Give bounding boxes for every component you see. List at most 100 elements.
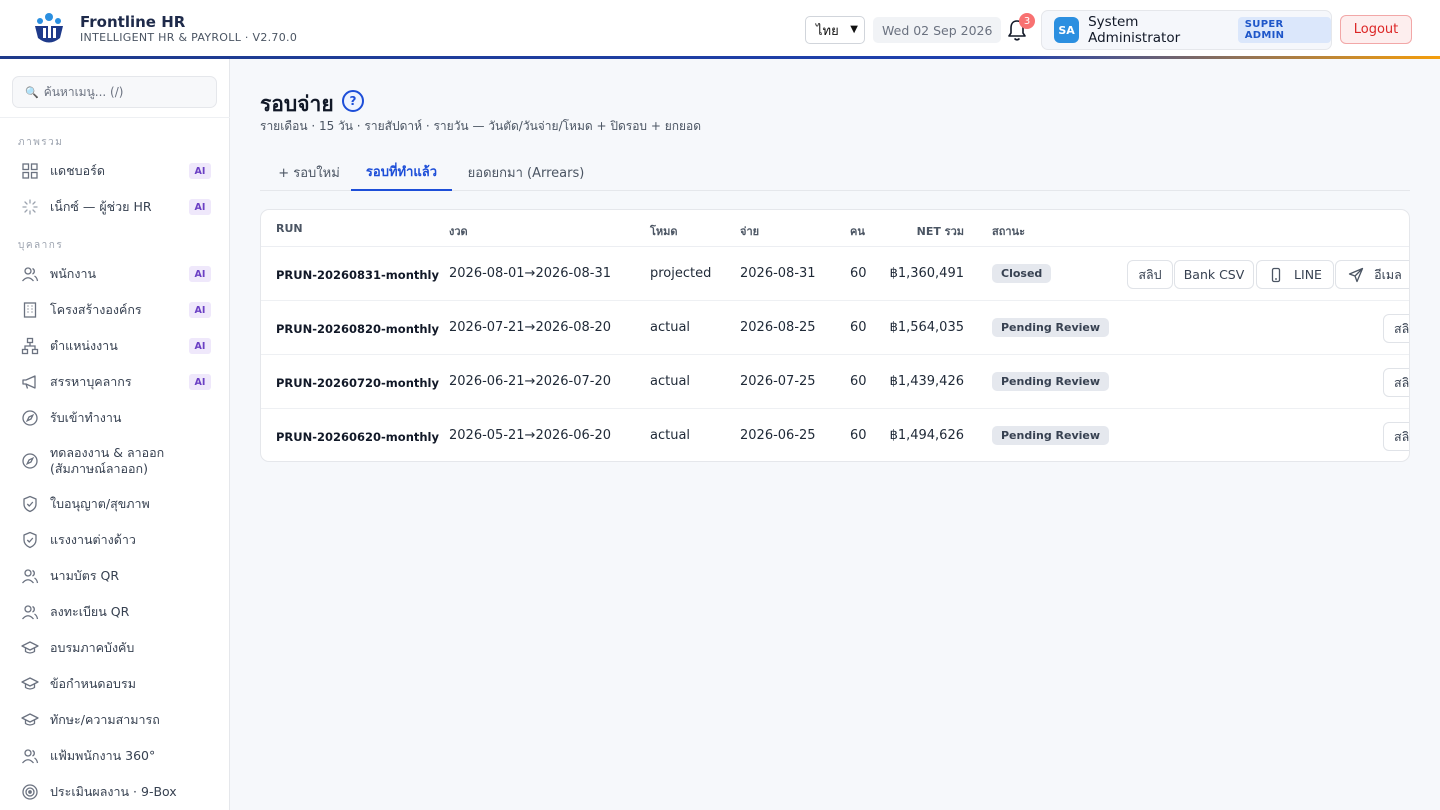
mode: actual (650, 428, 691, 443)
menu-search-placeholder: ค้นหาเมนู... (/) (43, 84, 124, 99)
language-select[interactable]: ไทย ▼ (805, 16, 865, 44)
sidebar-item-training-requirements[interactable]: ข้อกำหนดอบรม (0, 673, 230, 695)
megaphone-icon (22, 375, 36, 389)
users-icon (22, 569, 39, 584)
table-row[interactable]: PRUN-20260620-monthly 2026-05-21→2026-06… (261, 409, 1409, 461)
table-row[interactable]: PRUN-20260720-monthly 2026-06-21→2026-07… (261, 355, 1409, 409)
period: 2026-08-01→2026-08-31 (449, 266, 611, 281)
tab-arrears[interactable]: ยอดยกมา (Arrears) (464, 154, 588, 191)
pay-date: 2026-07-25 (740, 374, 816, 389)
pay-date: 2026-08-25 (740, 320, 816, 335)
email-button-label: อีเมล (1374, 266, 1402, 282)
tab-new-run[interactable]: + รอบใหม่ (266, 154, 352, 191)
net-total: ฿1,564,035 (889, 320, 964, 335)
sidebar-item-employee-360[interactable]: แฟ้มพนักงาน 360° (0, 745, 230, 767)
slip-button[interactable]: สลิ (1383, 422, 1409, 451)
send-icon (1349, 267, 1364, 282)
tab-bar: + รอบใหม่ รอบที่ทำแล้ว ยอดยกมา (Arrears) (260, 154, 1410, 191)
mode: actual (650, 320, 691, 335)
sidebar-item-skills[interactable]: ทักษะ/ความสามารถ (0, 709, 230, 731)
sidebar-item-performance[interactable]: ประเมินผลงาน · 9-Box (0, 781, 230, 803)
slip-button[interactable]: สลิ (1383, 314, 1409, 343)
top-bar: Frontline HR INTELLIGENT HR & PAYROLL · … (0, 0, 1440, 56)
column-header-period: งวด (449, 225, 468, 238)
app-version: INTELLIGENT HR & PAYROLL · V2.70.0 (80, 31, 298, 44)
table-row[interactable]: PRUN-20260831-monthly 2026-08-01→2026-08… (261, 247, 1409, 301)
sidebar-item-label: ลงทะเบียน QR (50, 604, 130, 619)
graduation-cap-icon (21, 641, 39, 654)
sidebar-item-dashboard[interactable]: แดชบอร์ด AI (0, 160, 230, 182)
sparkle-icon (22, 199, 38, 215)
app-name: Frontline HR (80, 13, 186, 31)
pay-date: 2026-08-31 (740, 266, 816, 281)
status-badge: Closed (992, 264, 1052, 283)
sidebar-item-label: แดชบอร์ด (50, 163, 105, 178)
slip-button[interactable]: สลิ (1383, 368, 1409, 397)
sidebar-item-probation-exit[interactable]: ทดลองงาน & ลาออก (สัมภาษณ์ลาออก) (0, 443, 230, 479)
column-header-headcount: คน (850, 225, 865, 238)
table-header: RUN งวด โหมด จ่าย คน NET รวม สถานะ (261, 210, 1409, 247)
line-button[interactable]: LINE (1256, 260, 1334, 289)
sidebar-item-label: นามบัตร QR (50, 568, 120, 583)
role-badge: SUPER ADMIN (1237, 17, 1331, 43)
logout-button[interactable]: Logout (1340, 15, 1412, 44)
building-icon (23, 302, 37, 318)
chevron-down-icon: ▼ (850, 24, 858, 35)
run-id: PRUN-20260720-monthly (276, 376, 439, 390)
sidebar-item-label: ทักษะ/ความสามารถ (50, 712, 160, 727)
user-menu[interactable]: SA System Administrator SUPER ADMIN (1041, 10, 1332, 50)
sidebar-item-recruitment[interactable]: สรรหาบุคลากร AI (0, 371, 230, 393)
sidebar-item-license-health[interactable]: ใบอนุญาต/สุขภาพ (0, 493, 230, 515)
run-id: PRUN-20260620-monthly (276, 430, 439, 444)
shield-check-icon (23, 531, 37, 549)
shield-check-icon (23, 495, 37, 513)
graduation-cap-icon (21, 677, 39, 690)
sidebar-item-label: ข้อกำหนดอบรม (50, 676, 136, 691)
org-chart-icon (21, 337, 39, 355)
help-button[interactable]: ? (342, 90, 364, 112)
mode: projected (650, 266, 712, 281)
tab-completed-runs[interactable]: รอบที่ทำแล้ว (351, 154, 452, 191)
period: 2026-07-21→2026-08-20 (449, 320, 611, 335)
menu-search-input[interactable]: 🔍 ค้นหาเมนู... (/) (12, 76, 217, 108)
ai-badge: AI (189, 266, 211, 282)
column-header-status: สถานะ (992, 225, 1025, 238)
status-badge: Pending Review (992, 318, 1110, 337)
sidebar-item-positions[interactable]: ตำแหน่งงาน AI (0, 335, 230, 357)
sidebar-item-register-qr[interactable]: ลงทะเบียน QR (0, 601, 230, 623)
sidebar-item-org-structure[interactable]: โครงสร้างองค์กร AI (0, 299, 230, 321)
users-icon (22, 267, 39, 282)
graduation-cap-icon (21, 713, 39, 726)
ai-badge: AI (189, 199, 211, 215)
sidebar-item-business-card-qr[interactable]: นามบัตร QR (0, 565, 230, 587)
sidebar-item-label: พนักงาน (50, 266, 97, 281)
sidebar-item-label: แฟ้มพนักงาน 360° (50, 748, 156, 763)
brand[interactable]: Frontline HR INTELLIGENT HR & PAYROLL · … (30, 10, 297, 48)
sidebar-item-employees[interactable]: พนักงาน AI (0, 263, 230, 285)
line-button-label: LINE (1294, 267, 1322, 282)
slip-button[interactable]: สลิป (1127, 260, 1173, 289)
column-header-run: RUN (276, 222, 303, 235)
ai-badge: AI (189, 302, 211, 318)
status-badge: Pending Review (992, 372, 1110, 391)
net-total: ฿1,439,426 (889, 374, 964, 389)
sidebar-item-foreign-workers[interactable]: แรงงานต่างด้าว (0, 529, 230, 551)
run-id: PRUN-20260820-monthly (276, 322, 439, 336)
sidebar-section-overview: ภาพรวม (18, 137, 64, 148)
email-button[interactable]: อีเมล (1335, 260, 1409, 289)
sidebar-item-onboarding[interactable]: รับเข้าทำงาน (0, 407, 230, 429)
notification-badge: 3 (1019, 13, 1035, 29)
sidebar-item-mandatory-training[interactable]: อบรมภาคบังคับ (0, 637, 230, 659)
sidebar-item-label: สรรหาบุคลากร (50, 374, 132, 389)
sidebar-item-label: เน็กซ์ — ผู้ช่วย HR (50, 199, 152, 214)
mode: actual (650, 374, 691, 389)
table-row[interactable]: PRUN-20260820-monthly 2026-07-21→2026-08… (261, 301, 1409, 355)
sidebar-item-hr-assistant[interactable]: เน็กซ์ — ผู้ช่วย HR AI (0, 196, 230, 218)
payroll-runs-table: RUN งวด โหมด จ่าย คน NET รวม สถานะ PRUN-… (260, 209, 1410, 462)
net-total: ฿1,494,626 (889, 428, 964, 443)
bank-csv-button[interactable]: Bank CSV (1174, 260, 1254, 289)
avatar: SA (1054, 17, 1080, 43)
target-icon (22, 784, 38, 800)
period: 2026-05-21→2026-06-20 (449, 428, 611, 443)
sidebar-item-label: ประเมินผลงาน · 9-Box (50, 784, 177, 799)
